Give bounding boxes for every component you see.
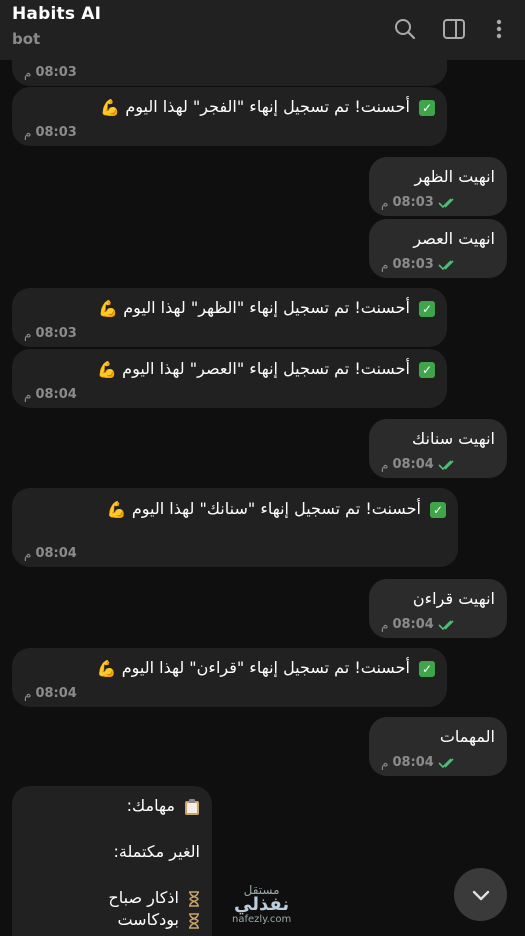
- scroll-to-bottom-button[interactable]: [454, 868, 507, 921]
- chevron-down-icon: [472, 890, 489, 900]
- muscle-emoji-icon: 💪: [100, 97, 121, 117]
- sidebar-toggle-icon[interactable]: [441, 16, 467, 42]
- chat-header: Habits AI bot: [0, 0, 525, 60]
- muscle-emoji-icon: 💪: [106, 499, 127, 519]
- incoming-message[interactable]: ✓ أحسنت! تم تسجيل إنهاء "الفجر" لهذا الي…: [12, 87, 447, 146]
- outgoing-message[interactable]: انهيت العصر م 08:03: [369, 219, 507, 278]
- tasks-message[interactable]: مهامك: الغير مكتملة: اذكار صباح بودكاست: [12, 786, 212, 936]
- read-ticks-icon: [438, 460, 454, 471]
- message-meta: م 08:04: [24, 387, 77, 402]
- incoming-message[interactable]: ✓ أحسنت! تم تسجيل إنهاء "العصر" لهذا الي…: [12, 349, 447, 408]
- more-vert-icon[interactable]: [486, 16, 512, 42]
- message-text: المهمات: [439, 727, 495, 746]
- task-item: بودكاست: [117, 910, 179, 929]
- incoming-message[interactable]: ✓ أحسنت! تم تسجيل إنهاء "سنانك" لهذا الي…: [12, 488, 458, 567]
- incoming-message[interactable]: ✓ أحسنت! تم تسجيل إنهاء "قراءن" لهذا الي…: [12, 648, 447, 707]
- message-meta: م 08:03: [381, 255, 458, 275]
- message-text: أحسنت! تم تسجيل إنهاء "العصر" لهذا اليوم: [122, 359, 410, 378]
- check-emoji-icon: ✓: [419, 99, 435, 116]
- message-meta: م 08:03: [381, 193, 458, 213]
- hourglass-icon: [189, 890, 199, 907]
- check-emoji-icon: ✓: [419, 300, 435, 317]
- tasks-subheading: الغير مكتملة:: [113, 842, 200, 861]
- message-text: أحسنت! تم تسجيل إنهاء "الفجر" لهذا اليوم: [125, 97, 410, 116]
- message-meta: م 08:04: [381, 615, 458, 635]
- outgoing-message[interactable]: انهيت سنانك م 08:04: [369, 419, 507, 478]
- outgoing-message[interactable]: انهيت الظهر م 08:03: [369, 157, 507, 216]
- message-text: انهيت الظهر: [414, 167, 495, 186]
- incoming-message[interactable]: م 08:03: [12, 60, 447, 86]
- message-meta: م 08:04: [381, 753, 458, 773]
- outgoing-message[interactable]: المهمات م 08:04: [369, 717, 507, 776]
- read-ticks-icon: [438, 758, 454, 769]
- message-text: أحسنت! تم تسجيل إنهاء "قراءن" لهذا اليوم: [121, 658, 410, 677]
- muscle-emoji-icon: 💪: [96, 658, 117, 678]
- message-meta: م 08:04: [24, 546, 77, 561]
- read-ticks-icon: [438, 620, 454, 631]
- chat-title[interactable]: Habits AI: [12, 4, 101, 24]
- search-icon[interactable]: [392, 16, 418, 42]
- incoming-message[interactable]: ✓ أحسنت! تم تسجيل إنهاء "الظهر" لهذا الي…: [12, 288, 447, 347]
- read-ticks-icon: [438, 260, 454, 271]
- tasks-heading: مهامك:: [126, 796, 175, 815]
- muscle-emoji-icon: 💪: [97, 359, 118, 379]
- read-ticks-icon: [438, 198, 454, 209]
- message-meta: م 08:04: [24, 686, 77, 701]
- message-text: انهيت قراءن: [412, 589, 495, 608]
- check-emoji-icon: ✓: [419, 361, 435, 378]
- hourglass-icon: [189, 912, 199, 929]
- message-list[interactable]: م 08:03 ✓ أحسنت! تم تسجيل إنهاء "الفجر" ل…: [0, 60, 525, 936]
- message-text: أحسنت! تم تسجيل إنهاء "الظهر" لهذا اليوم: [123, 298, 410, 317]
- muscle-emoji-icon: 💪: [98, 298, 119, 318]
- message-text: انهيت العصر: [413, 229, 495, 248]
- message-meta: م 08:03: [24, 65, 77, 80]
- message-meta: م 08:04: [381, 455, 458, 475]
- chat-subtitle: bot: [12, 30, 41, 48]
- watermark-logo: مستقل نفذلي nafezly.com: [232, 883, 292, 925]
- clipboard-icon: [185, 798, 199, 815]
- message-text: انهيت سنانك: [412, 429, 495, 448]
- message-meta: م 08:03: [24, 326, 77, 341]
- outgoing-message[interactable]: انهيت قراءن م 08:04: [369, 579, 507, 638]
- check-emoji-icon: ✓: [419, 660, 435, 677]
- task-item: اذكار صباح: [108, 888, 179, 907]
- message-text: أحسنت! تم تسجيل إنهاء "سنانك" لهذا اليوم: [131, 499, 421, 518]
- check-emoji-icon: ✓: [430, 501, 446, 518]
- message-meta: م 08:03: [24, 125, 77, 140]
